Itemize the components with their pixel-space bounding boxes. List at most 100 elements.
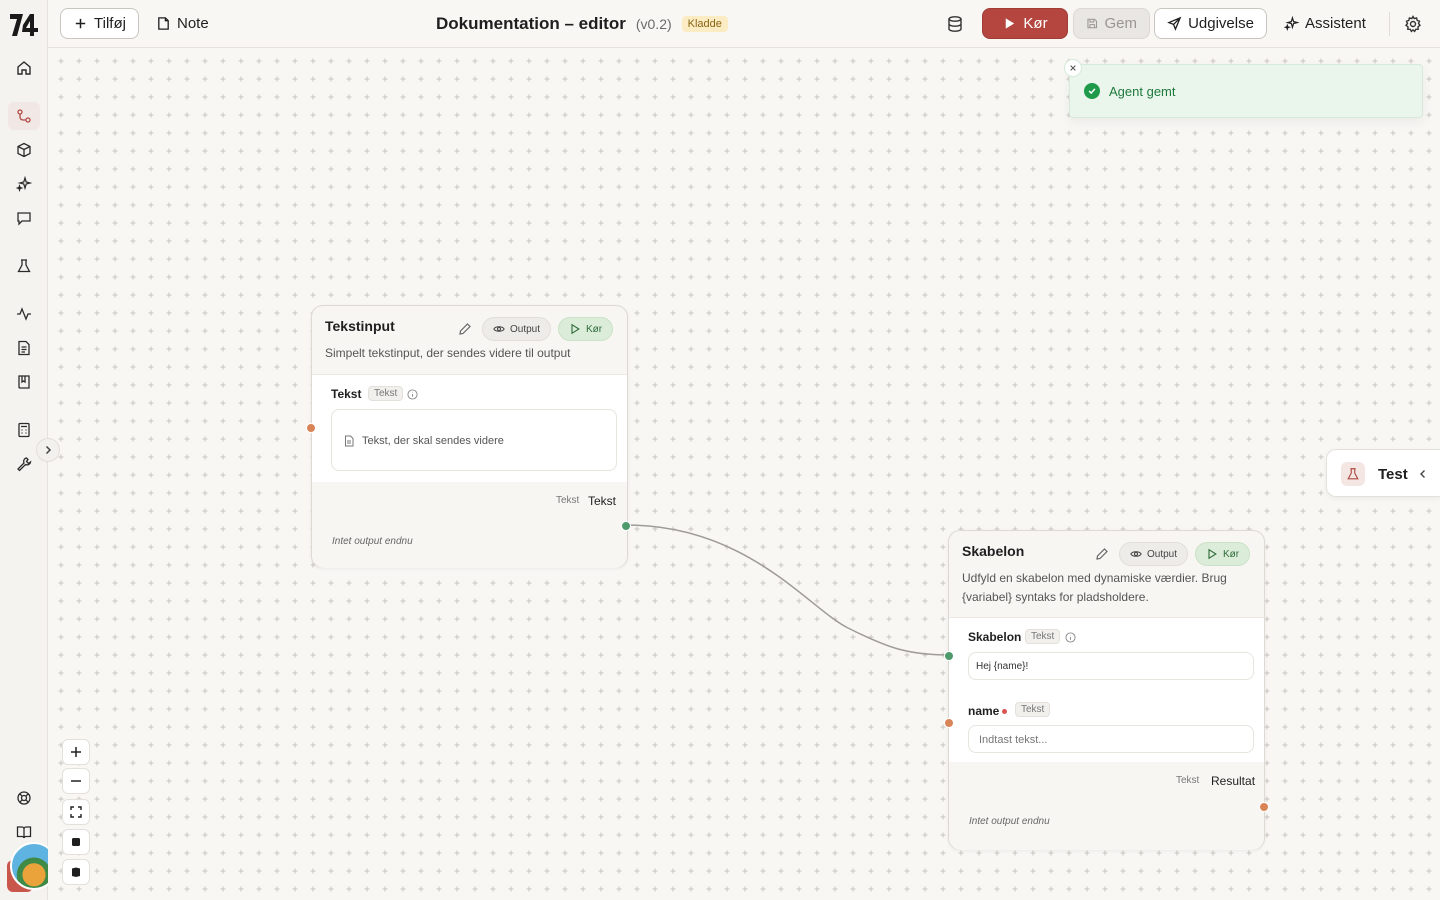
title-group: Dokumentation – editor (v0.2) Kladde [436,0,728,48]
toast-message: Agent gemt [1109,84,1176,99]
sparkles-icon [1284,16,1299,31]
type-tag: Tekst [1025,629,1061,644]
database-icon[interactable] [946,15,964,33]
add-button[interactable]: Tilføj [60,8,139,39]
save-button[interactable]: Gem [1073,8,1150,39]
output-toggle[interactable]: Output [1119,542,1189,566]
note-label: Note [177,15,209,32]
toolbar-divider [1389,12,1390,36]
run-label: Kør [1023,15,1048,32]
flows-icon[interactable] [8,102,40,130]
expand-sidebar-button[interactable] [36,438,60,462]
flask-icon[interactable] [14,256,34,276]
minus-icon [71,780,81,782]
note-icon [158,17,169,30]
fullscreen-icon [70,806,82,818]
document-icon[interactable] [14,338,34,358]
node-description: Udfyld en skabelon med dynamiske værdier… [962,571,1227,604]
node-title: Skabelon [962,543,1025,559]
save-icon [1087,18,1098,29]
chat-icon[interactable] [14,208,34,228]
node-skabelon[interactable]: Skabelon Output Kør Udfyld en skabelon m… [944,530,1269,850]
name-input-placeholder: Indtast tekst... [979,734,1048,746]
output-handle[interactable] [1259,802,1269,812]
add-label: Tilføj [94,15,126,32]
assistant-button[interactable]: Assistent [1272,8,1378,39]
run-button[interactable]: Kør [982,8,1068,39]
node-tekstinput[interactable]: Tekstinput Output Kør Simpelt tekstinput… [306,305,631,568]
assistant-label: Assistent [1305,15,1366,32]
chevron-right-icon [45,445,52,455]
play-icon [1006,18,1015,29]
gear-icon[interactable] [1404,15,1422,33]
version-label: (v0.2) [635,16,672,32]
zoom-out-button[interactable] [62,768,90,794]
square-icon [72,838,80,846]
minimap-button[interactable] [62,859,90,885]
calculator-icon[interactable] [14,420,34,440]
node-description: Simpelt tekstinput, der sendes videre ti… [325,346,571,360]
top-toolbar: Tilføj Note Dokumentation – editor (v0.2… [48,0,1440,48]
zoom-in-button[interactable] [62,739,90,765]
text-field-placeholder: Tekst, der skal sendes videre [362,435,504,447]
required-indicator [1002,709,1007,714]
map-icon [72,867,80,877]
page-title: Dokumentation – editor [436,14,626,33]
wrench-icon[interactable] [14,454,34,474]
activity-icon[interactable] [14,304,34,324]
name-label: name [968,704,1000,718]
chevron-left-icon [1417,468,1429,480]
name-input-handle[interactable] [944,718,954,728]
close-icon[interactable] [1064,59,1082,77]
output-label: Output [510,323,541,335]
help-icon[interactable] [14,788,34,808]
flask-icon [1341,462,1365,486]
docs-icon[interactable] [14,822,34,842]
app-logo[interactable] [9,11,39,39]
sparkles-icon[interactable] [14,174,34,194]
output-toggle[interactable]: Output [482,317,552,341]
output-label: Tekst [588,494,617,508]
text-field[interactable]: Tekst, der skal sendes videre [331,409,617,471]
template-input-handle[interactable] [944,651,954,661]
info-icon[interactable] [407,389,418,400]
node-run-button[interactable]: Kør [1195,542,1251,566]
fit-view-button[interactable] [62,799,90,825]
lock-view-button[interactable] [62,829,90,855]
run-label: Kør [1223,548,1240,560]
type-tag: Tekst [368,386,404,401]
node-output-area: Tekst Resultat Intet output endnu [949,762,1264,850]
save-label: Gem [1104,15,1137,32]
box-icon[interactable] [14,140,34,160]
template-value: Hej {name}! [976,661,1029,672]
publish-button[interactable]: Udgivelse [1154,8,1267,39]
plus-icon [75,18,86,29]
node-title: Tekstinput [325,318,395,334]
node-run-button[interactable]: Kør [558,317,614,341]
flow-canvas[interactable]: Tekstinput Output Kør Simpelt tekstinput… [48,48,1440,900]
edit-icon[interactable] [1095,547,1109,561]
status-badge: Kladde [681,16,728,32]
edit-icon[interactable] [458,322,472,336]
node-inputs: Tekst Tekst Tekst, der skal sendes vider… [312,374,627,483]
eye-icon [1130,551,1142,557]
output-handle[interactable] [621,521,631,531]
info-icon[interactable] [1065,632,1076,643]
note-button[interactable]: Note [144,8,221,39]
template-label: Skabelon [968,630,1022,644]
eye-icon [493,326,505,332]
node-output-area: Tekst Tekst Intet output endnu [312,482,627,568]
name-input[interactable]: Indtast tekst... [968,725,1254,753]
test-panel-tab[interactable]: Test [1326,449,1440,497]
template-field[interactable]: Hej {name}! [968,652,1254,680]
output-type-tag: Tekst [556,495,580,506]
home-icon[interactable] [14,58,34,78]
run-label: Kør [586,323,603,335]
play-icon [1208,548,1217,560]
book-icon[interactable] [14,372,34,392]
no-output-text: Intet output endnu [332,536,413,547]
send-icon [1167,16,1182,31]
publish-label: Udgivelse [1188,15,1254,32]
field-label: Tekst [331,387,362,401]
input-handle[interactable] [306,423,316,433]
